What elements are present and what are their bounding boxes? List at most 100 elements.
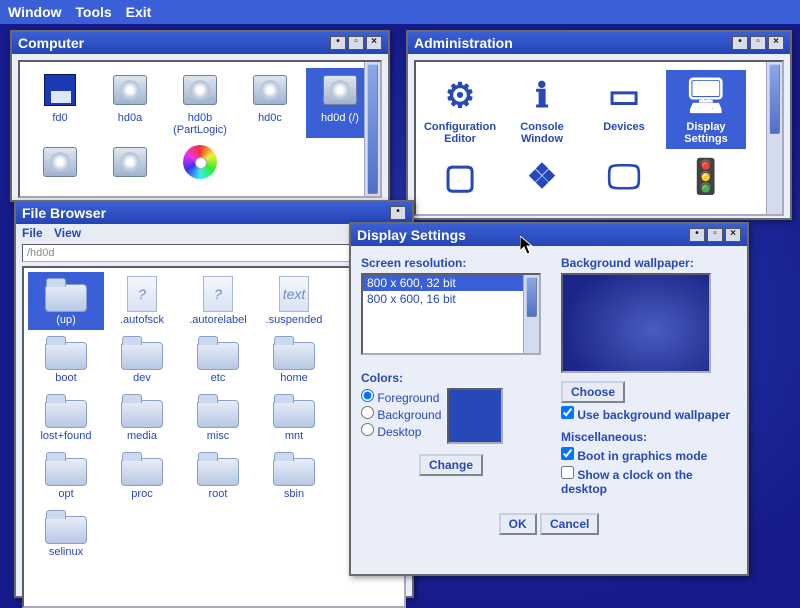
file-item[interactable]: media bbox=[104, 388, 180, 446]
admin-icon: 🚦 bbox=[678, 155, 734, 199]
file-item[interactable]: boot bbox=[28, 330, 104, 388]
scrollbar[interactable] bbox=[766, 62, 782, 214]
minimize-button[interactable]: • bbox=[390, 206, 406, 220]
admin-titlebar[interactable]: Administration • ▫ × bbox=[408, 32, 790, 54]
minimize-button[interactable]: • bbox=[732, 36, 748, 50]
choose-button[interactable]: Choose bbox=[561, 381, 625, 403]
maximize-button[interactable]: ▫ bbox=[750, 36, 766, 50]
minimize-button[interactable]: • bbox=[689, 228, 705, 242]
file-item[interactable]: text.suspended bbox=[256, 272, 332, 330]
admin-title: Administration bbox=[414, 35, 730, 51]
folder-icon bbox=[197, 400, 239, 428]
drive-list: fd0hd0ahd0b (PartLogic)hd0chd0d (/) bbox=[20, 62, 380, 192]
disk-icon bbox=[323, 75, 357, 105]
file-item[interactable]: proc bbox=[104, 446, 180, 504]
display-settings-content: Screen resolution: 800 x 600, 32 bit 800… bbox=[351, 246, 747, 545]
disk-icon bbox=[113, 147, 147, 177]
folder-icon bbox=[273, 400, 315, 428]
view-menu[interactable]: View bbox=[54, 226, 81, 240]
foreground-radio[interactable] bbox=[361, 389, 374, 402]
admin-item[interactable]: ℹConsole Window bbox=[502, 70, 582, 149]
color-swatch bbox=[447, 388, 503, 444]
admin-item[interactable]: 🚦 bbox=[666, 151, 746, 206]
background-radio[interactable] bbox=[361, 406, 374, 419]
folder-icon bbox=[45, 284, 87, 312]
disk-icon bbox=[113, 75, 147, 105]
drive-item[interactable] bbox=[26, 140, 94, 186]
close-button[interactable]: × bbox=[768, 36, 784, 50]
ok-button[interactable]: OK bbox=[499, 513, 537, 535]
file-item[interactable]: ?.autorelabel bbox=[180, 272, 256, 330]
boot-graphics-checkbox[interactable] bbox=[561, 447, 574, 460]
file-menu[interactable]: File bbox=[22, 226, 43, 240]
file-item[interactable]: ?.autofsck bbox=[104, 272, 180, 330]
change-button[interactable]: Change bbox=[419, 454, 483, 476]
file-item[interactable]: sbin bbox=[256, 446, 332, 504]
scrollbar[interactable] bbox=[364, 62, 380, 196]
minimize-button[interactable]: • bbox=[330, 36, 346, 50]
file-browser-titlebar[interactable]: File Browser • bbox=[16, 202, 412, 224]
file-item[interactable]: selinux bbox=[28, 504, 104, 562]
disk-icon bbox=[183, 75, 217, 105]
file-item[interactable]: dev bbox=[104, 330, 180, 388]
admin-item[interactable]: ⚙Configuration Editor bbox=[420, 70, 500, 149]
maximize-button[interactable]: ▫ bbox=[707, 228, 723, 242]
file-item[interactable]: root bbox=[180, 446, 256, 504]
menu-window[interactable]: Window bbox=[8, 4, 62, 20]
folder-icon bbox=[45, 342, 87, 370]
display-settings-window: Display Settings • ▫ × Screen resolution… bbox=[349, 222, 749, 576]
desktop-radio[interactable] bbox=[361, 423, 374, 436]
file-item[interactable]: home bbox=[256, 330, 332, 388]
misc-label: Miscellaneous: bbox=[561, 430, 737, 444]
computer-titlebar[interactable]: Computer • ▫ × bbox=[12, 32, 388, 54]
drive-item[interactable] bbox=[96, 140, 164, 186]
resolution-label: Screen resolution: bbox=[361, 256, 541, 270]
admin-item[interactable]: 🖥Display Settings bbox=[666, 70, 746, 149]
floppy-icon bbox=[44, 74, 76, 106]
cd-icon bbox=[183, 145, 217, 179]
computer-window: Computer • ▫ × fd0hd0ahd0b (PartLogic)hd… bbox=[10, 30, 390, 202]
file-grid: (up)?.autofsck?.autorelabeltext.suspende… bbox=[24, 268, 404, 566]
drive-item[interactable]: hd0a bbox=[96, 68, 164, 138]
file-item[interactable]: etc bbox=[180, 330, 256, 388]
maximize-button[interactable]: ▫ bbox=[348, 36, 364, 50]
admin-item[interactable]: ❖ bbox=[502, 151, 582, 206]
admin-window: Administration • ▫ × ⚙Configuration Edit… bbox=[406, 30, 792, 220]
admin-item[interactable]: 🖵 bbox=[584, 151, 664, 206]
resolution-option[interactable]: 800 x 600, 32 bit bbox=[363, 275, 539, 291]
close-button[interactable]: × bbox=[725, 228, 741, 242]
menu-exit[interactable]: Exit bbox=[126, 4, 152, 20]
file-item[interactable]: (up) bbox=[28, 272, 104, 330]
admin-icon: 🖥 bbox=[678, 74, 734, 118]
file-icon: ? bbox=[203, 276, 233, 312]
scrollbar[interactable] bbox=[523, 275, 539, 353]
drive-item[interactable]: fd0 bbox=[26, 68, 94, 138]
use-wallpaper-checkbox[interactable] bbox=[561, 406, 574, 419]
file-item[interactable]: lost+found bbox=[28, 388, 104, 446]
drive-item[interactable]: hd0b (PartLogic) bbox=[166, 68, 234, 138]
drive-item[interactable] bbox=[166, 140, 234, 186]
folder-icon bbox=[45, 516, 87, 544]
admin-icon: ▭ bbox=[596, 74, 652, 118]
menu-tools[interactable]: Tools bbox=[75, 4, 111, 20]
drive-item[interactable]: hd0c bbox=[236, 68, 304, 138]
admin-icon: ⚙ bbox=[432, 74, 488, 118]
folder-icon bbox=[273, 342, 315, 370]
resolution-option[interactable]: 800 x 600, 16 bit bbox=[363, 291, 539, 307]
admin-item[interactable]: ▢ bbox=[420, 151, 500, 206]
cancel-button[interactable]: Cancel bbox=[540, 513, 599, 535]
file-item[interactable]: misc bbox=[180, 388, 256, 446]
admin-item[interactable]: ▭Devices bbox=[584, 70, 664, 149]
close-button[interactable]: × bbox=[366, 36, 382, 50]
folder-icon bbox=[45, 400, 87, 428]
file-item[interactable]: mnt bbox=[256, 388, 332, 446]
resolution-list[interactable]: 800 x 600, 32 bit 800 x 600, 16 bit bbox=[361, 273, 541, 355]
show-clock-checkbox[interactable] bbox=[561, 466, 574, 479]
display-settings-titlebar[interactable]: Display Settings • ▫ × bbox=[351, 224, 747, 246]
disk-icon bbox=[253, 75, 287, 105]
file-icon: ? bbox=[127, 276, 157, 312]
folder-icon bbox=[121, 400, 163, 428]
folder-icon bbox=[197, 458, 239, 486]
folder-icon bbox=[45, 458, 87, 486]
file-item[interactable]: opt bbox=[28, 446, 104, 504]
